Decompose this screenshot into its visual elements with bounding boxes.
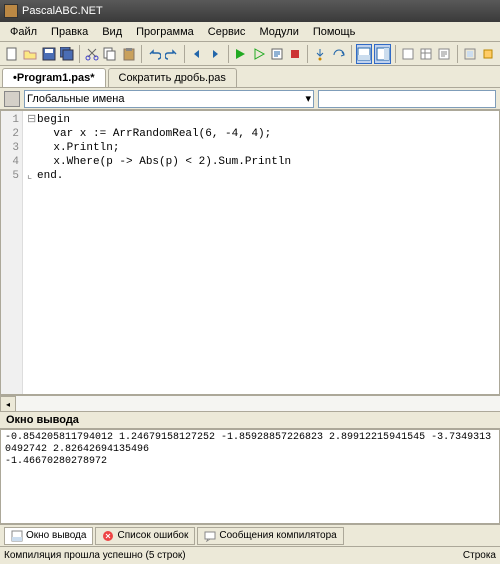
- window-title: PascalABC.NET: [22, 5, 103, 17]
- title-bar: PascalABC.NET: [0, 0, 500, 22]
- tab-label: Сократить дробь.pas: [119, 72, 226, 84]
- intellisense-icon[interactable]: [480, 44, 496, 64]
- menu-service[interactable]: Сервис: [202, 24, 252, 40]
- run-no-debug-icon[interactable]: [251, 44, 267, 64]
- separator: [228, 45, 229, 63]
- code-editor[interactable]: 1 2 3 4 5 ⊟begin var x := ArrRandomReal(…: [0, 110, 500, 395]
- line-number: 3: [1, 141, 19, 155]
- toggle-panel-icon[interactable]: [374, 44, 391, 64]
- output-icon: [11, 530, 23, 542]
- separator: [184, 45, 185, 63]
- code-view-icon[interactable]: [436, 44, 452, 64]
- separator: [457, 45, 458, 63]
- nav-back-icon[interactable]: [189, 44, 205, 64]
- code-line: end.: [37, 170, 63, 182]
- new-file-icon[interactable]: [4, 44, 20, 64]
- toggle-output-icon[interactable]: [356, 44, 373, 64]
- properties-icon[interactable]: [418, 44, 434, 64]
- code-line: x.Where(p -> Abs(p) < 2).Sum.Println: [40, 156, 291, 168]
- output-tabs: Окно вывода Список ошибок Сообщения комп…: [0, 524, 500, 546]
- code-line: var x := ArrRandomReal(6, -4, 4);: [40, 128, 271, 140]
- output-content[interactable]: -0.854205811794012 1.24679158127252 -1.8…: [0, 429, 500, 524]
- menu-help[interactable]: Помощь: [307, 24, 362, 40]
- tab-fraction[interactable]: Сократить дробь.pas: [108, 68, 237, 87]
- form-designer-icon[interactable]: [400, 44, 416, 64]
- tab-label: Список ошибок: [117, 530, 188, 541]
- scope-dropdown[interactable]: Глобальные имена ▾: [24, 90, 314, 108]
- line-number: 4: [1, 155, 19, 169]
- save-icon[interactable]: [41, 44, 57, 64]
- paste-icon[interactable]: [121, 44, 137, 64]
- tab-label: Окно вывода: [26, 530, 86, 541]
- menu-modules[interactable]: Модули: [253, 24, 304, 40]
- separator: [351, 45, 352, 63]
- errors-icon: [102, 530, 114, 542]
- tab-label: •Program1.pas*: [13, 72, 95, 84]
- app-icon: [4, 4, 18, 18]
- step-into-icon[interactable]: [312, 44, 328, 64]
- separator: [79, 45, 80, 63]
- status-line: Строка: [463, 550, 496, 561]
- scroll-left-icon[interactable]: ◂: [0, 396, 16, 412]
- output-title: Окно вывода: [6, 414, 79, 426]
- status-compile: Компиляция прошла успешно (5 строк): [4, 550, 186, 561]
- separator: [141, 45, 142, 63]
- line-gutter: 1 2 3 4 5: [1, 111, 23, 394]
- copy-icon[interactable]: [102, 44, 118, 64]
- menu-view[interactable]: Вид: [96, 24, 128, 40]
- scope-search-input[interactable]: [318, 90, 496, 108]
- scope-bar: Глобальные имена ▾: [0, 88, 500, 110]
- scope-label: Глобальные имена: [27, 93, 125, 105]
- stop-icon[interactable]: [287, 44, 303, 64]
- editor-tabs: •Program1.pas* Сократить дробь.pas: [0, 66, 500, 88]
- menu-bar: Файл Правка Вид Программа Сервис Модули …: [0, 22, 500, 42]
- status-bar: Компиляция прошла успешно (5 строк) Стро…: [0, 546, 500, 564]
- menu-edit[interactable]: Правка: [45, 24, 94, 40]
- menu-program[interactable]: Программа: [130, 24, 200, 40]
- open-file-icon[interactable]: [22, 44, 38, 64]
- separator: [307, 45, 308, 63]
- separator: [395, 45, 396, 63]
- tab-program1[interactable]: •Program1.pas*: [2, 68, 106, 87]
- scope-icon[interactable]: [4, 91, 20, 107]
- line-number: 5: [1, 169, 19, 183]
- undo-icon[interactable]: [146, 44, 162, 64]
- scroll-track[interactable]: [16, 396, 500, 411]
- menu-file[interactable]: Файл: [4, 24, 43, 40]
- code-content[interactable]: ⊟begin var x := ArrRandomReal(6, -4, 4);…: [23, 111, 499, 394]
- messages-icon: [204, 530, 216, 542]
- toolbar: [0, 42, 500, 66]
- output-header: Окно вывода: [0, 411, 500, 429]
- nav-forward-icon[interactable]: [207, 44, 223, 64]
- redo-icon[interactable]: [164, 44, 180, 64]
- step-over-icon[interactable]: [331, 44, 347, 64]
- settings-icon[interactable]: [461, 44, 477, 64]
- output-tab-errors[interactable]: Список ошибок: [95, 527, 195, 545]
- run-icon[interactable]: [232, 44, 248, 64]
- cut-icon[interactable]: [84, 44, 100, 64]
- line-number: 1: [1, 113, 19, 127]
- tab-label: Сообщения компилятора: [219, 530, 336, 541]
- compile-icon[interactable]: [269, 44, 285, 64]
- code-line: begin: [37, 114, 70, 126]
- horizontal-scrollbar[interactable]: ◂: [0, 395, 500, 411]
- line-number: 2: [1, 127, 19, 141]
- output-tab-compiler[interactable]: Сообщения компилятора: [197, 527, 343, 545]
- output-tab-output[interactable]: Окно вывода: [4, 527, 93, 545]
- chevron-down-icon: ▾: [305, 92, 311, 105]
- code-line: x.Println;: [40, 142, 119, 154]
- save-all-icon[interactable]: [59, 44, 75, 64]
